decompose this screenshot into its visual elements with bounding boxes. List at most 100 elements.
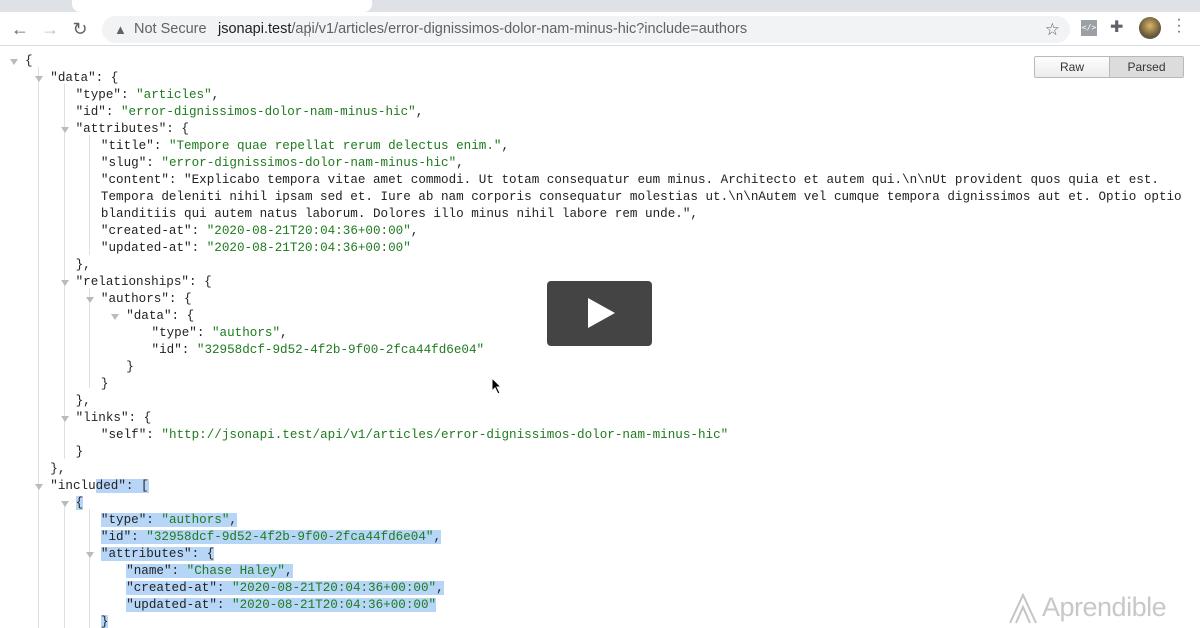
quote: "	[113, 88, 121, 102]
json-punct: ,	[501, 139, 510, 153]
json-key: updated-at	[133, 598, 210, 612]
json-line: }	[100, 614, 109, 628]
json-key: self	[108, 428, 139, 442]
quote: "	[161, 156, 169, 170]
quote: "	[209, 598, 217, 612]
tab-strip	[0, 0, 1200, 12]
tab-active[interactable]	[72, 0, 372, 12]
json-line-content: "created-at": "2020-08-21T20:04:36+00:00…	[126, 581, 444, 595]
json-punct: : {	[128, 411, 152, 425]
json-line: {	[60, 495, 84, 512]
json-bracket: },	[50, 462, 66, 476]
json-key: attributes	[83, 122, 159, 136]
profile-avatar[interactable]	[1139, 17, 1161, 39]
json-punct: : {	[95, 71, 119, 85]
json-string-value: 32958dcf-9d52-4f2b-9f00-2fca44fd6e04	[204, 343, 477, 357]
parsed-button[interactable]: Parsed	[1110, 57, 1183, 77]
json-line-content: "slug": "error-dignissimos-dolor-nam-min…	[101, 156, 464, 170]
json-line: "data": {	[111, 308, 195, 325]
quote: "	[403, 224, 411, 238]
quote: "	[123, 530, 132, 544]
json-key: slug	[108, 156, 139, 170]
aprendible-logo-icon	[1009, 592, 1037, 624]
quote: "	[161, 173, 169, 187]
menu-dots-icon[interactable]: · · ·	[1176, 12, 1182, 40]
colon: :	[146, 513, 162, 527]
json-line: "updated-at": "2020-08-21T20:04:36+00:00…	[126, 597, 437, 614]
colon: :	[131, 530, 147, 544]
colon: :	[196, 326, 212, 340]
collapse-toggle-icon[interactable]	[111, 314, 120, 320]
quote: "	[151, 343, 160, 357]
json-punct: : {	[171, 309, 195, 323]
json-punct: ,	[211, 88, 220, 102]
raw-button[interactable]: Raw	[1035, 57, 1110, 77]
extensions-puzzle-icon[interactable]: ✚	[1110, 17, 1123, 37]
video-play-button[interactable]	[547, 281, 652, 346]
json-line-content: "attributes": {	[100, 547, 215, 561]
guide-line	[89, 135, 90, 255]
address-bar[interactable]: ▲ Not Secure jsonapi.test/api/v1/article…	[102, 16, 1070, 43]
guide-line	[38, 67, 39, 628]
collapse-toggle-icon[interactable]	[60, 280, 69, 286]
quote: "	[720, 428, 729, 442]
collapse-toggle-icon[interactable]	[85, 297, 94, 303]
json-line: "attributes": {	[60, 121, 189, 138]
json-string-value: articles	[143, 88, 205, 102]
quote: "	[126, 581, 134, 595]
back-icon[interactable]: ←	[8, 18, 32, 40]
json-bracket: {	[75, 496, 84, 510]
quote: "	[120, 411, 129, 425]
quote: "	[403, 241, 411, 255]
json-string-value: error-dignissimos-dolor-nam-minus-hic	[168, 156, 449, 170]
colon: :	[153, 139, 169, 153]
json-line-content: "type": "authors",	[152, 326, 288, 340]
json-line-content: }	[100, 615, 109, 628]
json-line-content: "id": "error-dignissimos-dolor-nam-minus…	[76, 105, 424, 119]
reload-icon[interactable]: ↻	[68, 18, 92, 40]
json-punct: ,	[284, 564, 293, 578]
quote: "	[232, 598, 240, 612]
watermark: Aprendible	[1008, 592, 1167, 625]
collapse-toggle-icon[interactable]	[60, 501, 69, 507]
json-line-content: "content": "Explicabo tempora vitae amet…	[101, 173, 1182, 221]
url-text[interactable]: jsonapi.test/api/v1/articles/error-digni…	[218, 16, 747, 43]
collapse-toggle-icon[interactable]	[35, 484, 44, 490]
json-extension-icon[interactable]: </>	[1081, 20, 1097, 36]
quote: "	[181, 275, 189, 289]
bookmark-star-icon[interactable]: ☆	[1045, 16, 1060, 43]
guide-line	[64, 502, 65, 628]
quote: "	[408, 105, 416, 119]
json-key-end: ded"	[95, 479, 126, 493]
json-line: "id": "32958dcf-9d52-4f2b-9f00-2fca44fd6…	[100, 529, 442, 546]
json-line-content: "self": "http://jsonapi.test/api/v1/arti…	[101, 428, 728, 442]
quote: "	[163, 309, 172, 323]
json-line: "data": {	[35, 70, 119, 87]
json-line: "id": "32958dcf-9d52-4f2b-9f00-2fca44fd6…	[152, 342, 485, 359]
quote: "	[211, 326, 220, 340]
collapse-toggle-icon[interactable]	[10, 59, 18, 65]
forward-icon[interactable]: →	[38, 18, 62, 40]
json-string-value: http://jsonapi.test/api/v1/articles/erro…	[168, 428, 721, 442]
json-bracket: {	[25, 54, 33, 68]
json-line-content: }	[101, 377, 109, 391]
collapse-toggle-icon[interactable]	[60, 416, 69, 422]
collapse-toggle-icon[interactable]	[85, 552, 94, 558]
json-line-content: "type": "articles",	[76, 88, 220, 102]
json-line-content: },	[76, 394, 91, 408]
json-line-content: "updated-at": "2020-08-21T20:04:36+00:00…	[126, 598, 437, 612]
json-line-content: },	[50, 462, 65, 476]
json-key: data	[57, 71, 89, 85]
json-line-content: "relationships": {	[76, 275, 212, 289]
quote: "	[232, 581, 240, 595]
json-line: "title": "Tempore quae repellat rerum de…	[101, 138, 509, 155]
collapse-toggle-icon[interactable]	[60, 127, 69, 133]
json-string-value: Chase Haley	[194, 564, 278, 578]
json-key: authors	[108, 292, 162, 306]
security-label[interactable]: Not Secure	[134, 16, 207, 43]
json-key: links	[83, 411, 121, 425]
json-string-value: authors	[168, 513, 222, 527]
collapse-toggle-icon[interactable]	[35, 76, 44, 82]
json-line: "content": "Explicabo tempora vitae amet…	[101, 172, 1200, 223]
json-line: "created-at": "2020-08-21T20:04:36+00:00…	[126, 580, 444, 597]
